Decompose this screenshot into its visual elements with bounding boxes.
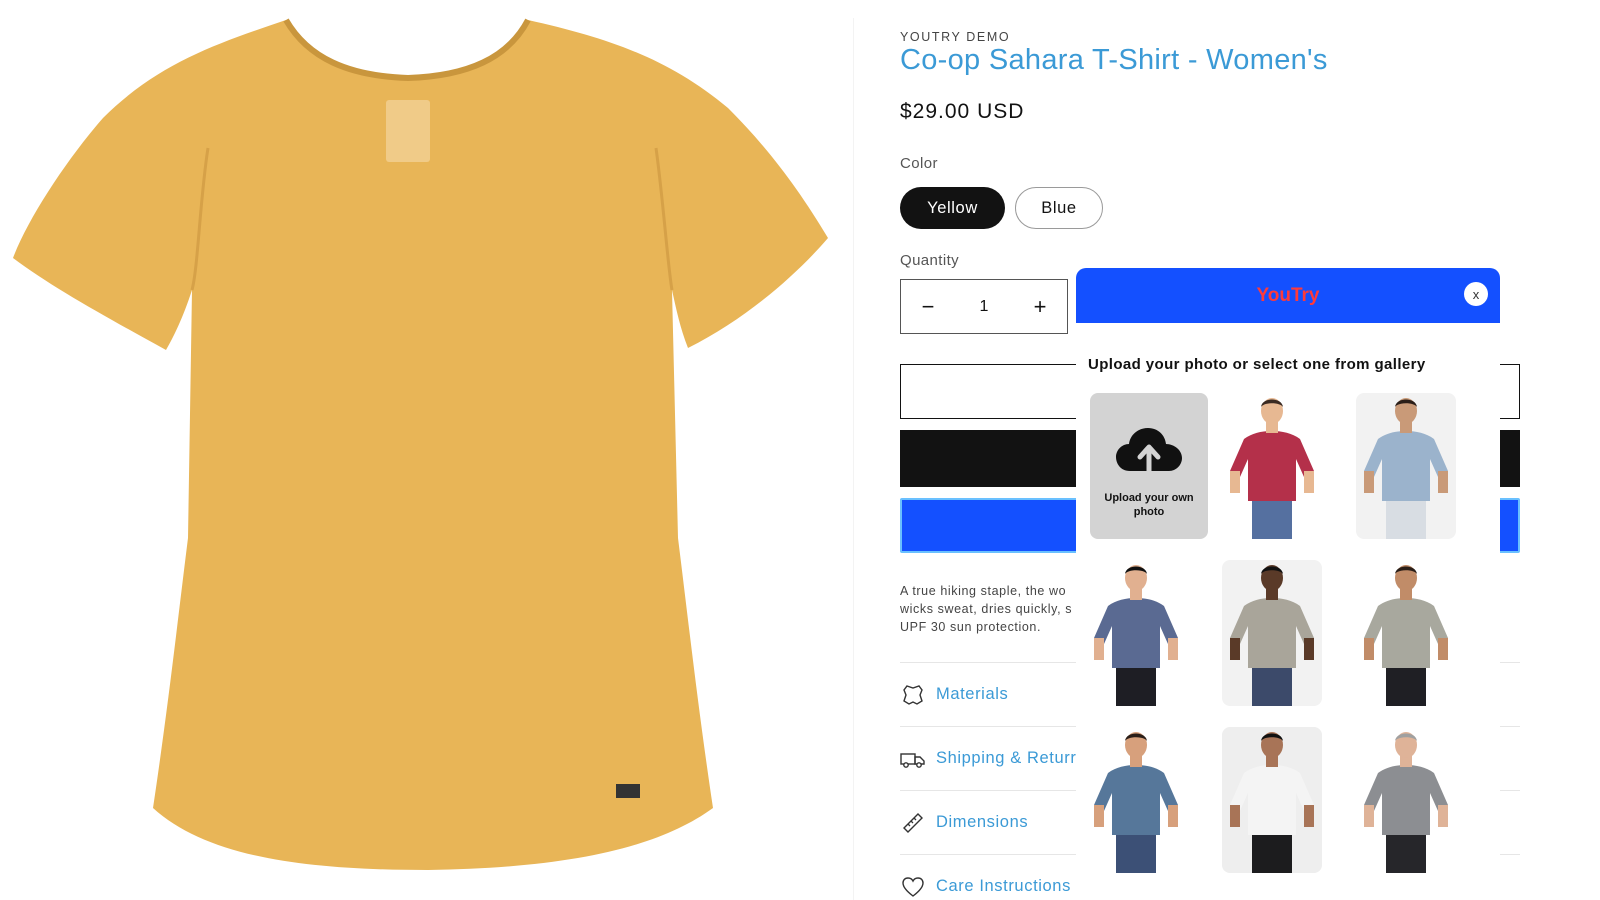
upload-label: Upload your own photo — [1104, 492, 1194, 518]
youtry-title: YouTry — [1256, 284, 1320, 306]
product-title: Co-op Sahara T-Shirt - Women's — [900, 44, 1328, 76]
increment-button[interactable]: + — [1029, 294, 1051, 320]
gallery-model-2[interactable] — [1356, 393, 1456, 539]
close-button[interactable]: x — [1464, 282, 1488, 306]
color-option-blue[interactable]: Blue — [1015, 187, 1103, 229]
gallery-model-7[interactable] — [1222, 727, 1322, 873]
color-label: Color — [900, 155, 938, 172]
product-price: $29.00 USD — [900, 100, 1025, 123]
gallery-model-3[interactable] — [1086, 560, 1186, 706]
model-photo — [1094, 565, 1178, 706]
quantity-value[interactable]: 1 — [980, 298, 989, 316]
youtry-header: YouTry x — [1076, 268, 1500, 323]
gallery-model-5[interactable] — [1356, 560, 1456, 706]
youtry-panel: YouTry x Upload your photo or select one… — [1076, 268, 1500, 900]
accordion-label: Shipping & Returr — [936, 749, 1077, 767]
decrement-button[interactable]: − — [917, 294, 939, 320]
gallery-model-8[interactable] — [1356, 727, 1456, 873]
quantity-stepper: − 1 + — [900, 279, 1068, 334]
model-photo — [1230, 565, 1314, 706]
rei-logo-icon — [386, 100, 430, 162]
model-photo — [1364, 565, 1448, 706]
accordion-label: Care Instructions — [936, 877, 1071, 895]
model-photo — [1364, 398, 1448, 539]
gallery-model-6[interactable] — [1086, 727, 1186, 873]
shirt-tag — [616, 784, 640, 798]
truck-icon — [900, 746, 926, 772]
gallery-model-1[interactable] — [1222, 393, 1322, 539]
product-image — [8, 18, 854, 900]
quantity-label: Quantity — [900, 252, 960, 269]
gallery-model-4[interactable] — [1222, 560, 1322, 706]
color-option-yellow[interactable]: Yellow — [900, 187, 1005, 229]
upload-photo-button[interactable]: Upload your own photo — [1090, 393, 1208, 539]
model-photo — [1094, 732, 1178, 873]
ruler-icon — [900, 810, 926, 836]
accordion-label: Materials — [936, 685, 1009, 703]
model-photo — [1230, 732, 1314, 873]
vendor-name: YOUTRY DEMO — [900, 30, 1011, 44]
upload-cloud-icon — [1116, 428, 1182, 479]
yellow-tshirt-image — [13, 18, 828, 870]
model-photo — [1230, 398, 1314, 539]
youtry-instruction: Upload your photo or select one from gal… — [1088, 356, 1426, 373]
model-photo — [1364, 732, 1448, 873]
accordion-label: Dimensions — [936, 813, 1029, 831]
leather-icon — [900, 682, 926, 708]
heart-icon — [900, 874, 926, 900]
